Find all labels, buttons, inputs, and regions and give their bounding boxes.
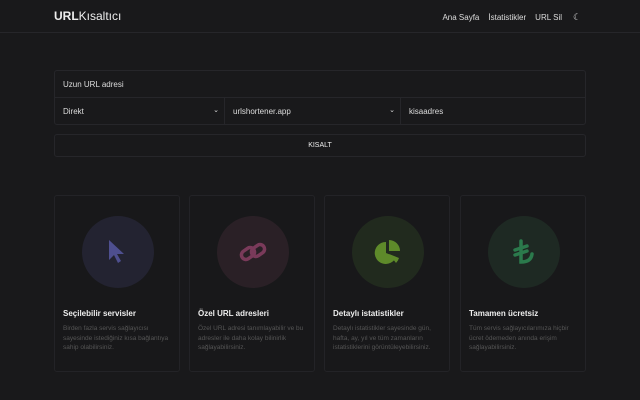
moon-icon[interactable]: ☾ — [571, 11, 583, 23]
nav: Ana Sayfa İstatistikler URL Sil ☾ — [442, 11, 583, 23]
chevron-down-icon: ⌄ — [389, 107, 395, 114]
feature-card: Özel URL adresleri Özel URL adresi tanım… — [189, 195, 315, 372]
feature-title: Seçilebilir servisler — [63, 309, 136, 318]
chevron-down-icon: ⌄ — [213, 107, 219, 114]
feature-title: Özel URL adresleri — [198, 309, 269, 318]
feature-title: Detaylı istatistikler — [333, 309, 404, 318]
feature-desc: Birden fazla servis sağlayıcısı sayesind… — [63, 325, 169, 351]
alias-input[interactable]: kisaadres — [401, 98, 585, 125]
shorten-button[interactable]: KISALT — [54, 134, 586, 157]
logo[interactable]: URLKısaltıcı — [54, 9, 121, 23]
feature-desc: Detaylı istatistikler sayesinde gün, haf… — [333, 325, 431, 351]
feature-title: Tamamen ücretsiz — [469, 309, 539, 318]
nav-delete-url[interactable]: URL Sil — [535, 13, 562, 22]
feature-desc: Tüm servis sağlayıcılarımıza hiçbir ücre… — [469, 325, 569, 351]
long-url-input[interactable]: Uzun URL adresi — [55, 71, 585, 98]
header: URLKısaltıcı Ana Sayfa İstatistikler URL… — [0, 0, 640, 33]
nav-statistics[interactable]: İstatistikler — [488, 13, 526, 22]
feature-desc: Özel URL adresi tanımlayabilir ve bu adr… — [198, 325, 304, 351]
lira-icon — [488, 216, 560, 288]
feature-card: Tamamen ücretsiz Tüm servis sağlayıcılar… — [460, 195, 586, 372]
domain-select[interactable]: urlshortener.app ⌄ — [225, 98, 401, 125]
link-icon — [217, 216, 289, 288]
feature-card: Detaylı istatistikler Detaylı istatistik… — [324, 195, 450, 372]
shorten-form: Uzun URL adresi Direkt ⌄ urlshortener.app… — [54, 70, 586, 125]
nav-home[interactable]: Ana Sayfa — [442, 13, 479, 22]
pie-chart-icon — [352, 216, 424, 288]
type-select[interactable]: Direkt ⌄ — [55, 98, 225, 125]
cursor-icon — [82, 216, 154, 288]
feature-card: Seçilebilir servisler Birden fazla servi… — [54, 195, 180, 372]
